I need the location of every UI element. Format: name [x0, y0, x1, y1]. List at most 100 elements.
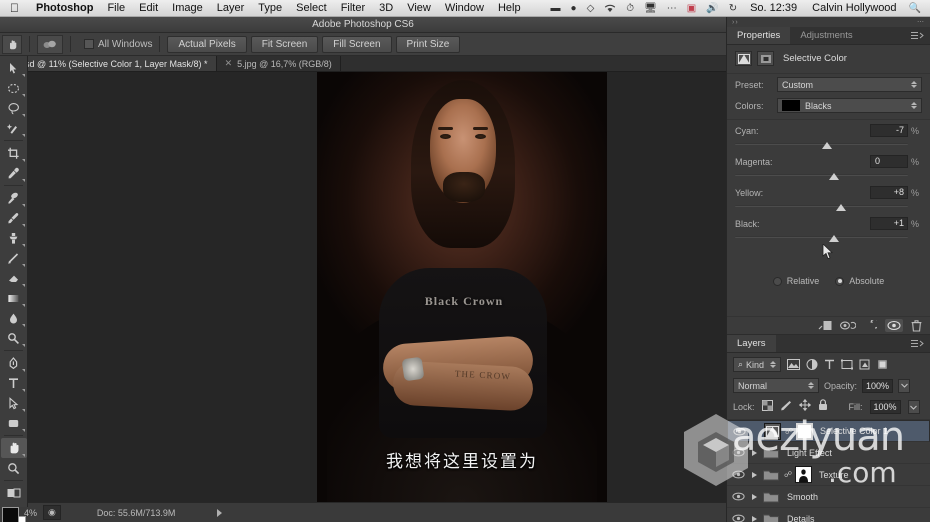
brush-tool[interactable] [1, 208, 27, 228]
radio-absolute-dot[interactable] [835, 276, 845, 286]
panel-menu-icon[interactable] [911, 335, 930, 352]
marquee-tool[interactable] [1, 78, 27, 98]
tab-properties[interactable]: Properties [727, 27, 791, 44]
slider-black-knob[interactable] [829, 235, 840, 242]
layer-row-light-effect[interactable]: Light Effect [727, 442, 930, 464]
close-icon[interactable]: ✕ [225, 58, 233, 69]
slider-cyan-knob[interactable] [821, 142, 832, 149]
menu-window[interactable]: Window [438, 2, 491, 14]
hand-tool-icon[interactable] [2, 34, 22, 54]
fill-stepper[interactable] [907, 400, 920, 414]
color-swatches[interactable] [1, 507, 27, 522]
lock-image-icon[interactable] [780, 398, 792, 416]
menubar-clock[interactable]: So. 12:39 [742, 2, 805, 14]
slider-cyan-track[interactable] [735, 141, 922, 151]
shape-tool[interactable] [1, 413, 27, 433]
edit-quick-mask-toggle[interactable] [1, 483, 27, 503]
preset-select[interactable]: Custom [777, 77, 922, 92]
slider-magenta-track[interactable] [735, 172, 922, 182]
zoom-tool[interactable] [1, 458, 27, 478]
menu-view[interactable]: View [400, 2, 438, 14]
menu-edit[interactable]: Edit [132, 2, 165, 14]
panel-menu-icon[interactable] [911, 27, 930, 44]
lock-transparency-icon[interactable] [761, 398, 773, 416]
opacity-stepper[interactable] [898, 378, 911, 393]
volume-icon[interactable]: 🔊 [701, 3, 723, 14]
apple-icon[interactable]:  [10, 2, 19, 14]
quick-select-tool[interactable] [1, 118, 27, 138]
fill-screen-button[interactable]: Fill Screen [322, 35, 392, 53]
filter-adjustment-icon[interactable] [806, 359, 818, 370]
eyedropper-tool[interactable] [1, 163, 27, 183]
menu-layer[interactable]: Layer [210, 2, 252, 14]
blur-tool[interactable] [1, 308, 27, 328]
path-selection-tool[interactable] [1, 393, 27, 413]
eraser-tool[interactable] [1, 268, 27, 288]
layer-visibility-icon[interactable] [732, 427, 746, 436]
menu-type[interactable]: Type [251, 2, 289, 14]
document-tab-active[interactable]: ve.psd @ 11% (Selective Color 1, Layer M… [0, 56, 217, 71]
print-size-button[interactable]: Print Size [395, 35, 461, 53]
tool-preset-picker[interactable] [37, 34, 63, 54]
slider-yellow-value[interactable]: +8 [870, 186, 908, 199]
menu-image[interactable]: Image [165, 2, 210, 14]
layer-visibility-icon[interactable] [731, 448, 745, 457]
menubar-user[interactable]: Calvin Hollywood [805, 2, 903, 14]
menu-help[interactable]: Help [491, 2, 528, 14]
layer-row-texture[interactable]: ☍ Texture [727, 464, 930, 486]
menu-3d[interactable]: 3D [372, 2, 400, 14]
menu-file[interactable]: File [100, 2, 132, 14]
layer-visibility-icon[interactable] [731, 470, 745, 479]
layer-visibility-icon[interactable] [731, 514, 745, 522]
foreground-color-swatch[interactable] [1, 507, 19, 522]
clone-stamp-tool[interactable] [1, 228, 27, 248]
display-icon[interactable]: 🖥 [639, 3, 662, 14]
slider-yellow-knob[interactable] [835, 204, 846, 211]
clip-to-layer-icon[interactable] [757, 51, 774, 66]
reset-adjustment-icon[interactable] [864, 320, 877, 331]
layer-link-icon[interactable]: ☍ [784, 470, 792, 479]
input-source-icon[interactable]: ▬ [546, 3, 566, 14]
clock-icon[interactable]: ⏱ [621, 3, 639, 14]
colors-select[interactable]: Blacks [777, 98, 922, 113]
status-mode-icon[interactable]: ◉ [43, 505, 61, 520]
layer-disclosure-triangle[interactable] [749, 449, 759, 456]
layer-disclosure-triangle[interactable] [749, 515, 759, 522]
fit-screen-button[interactable]: Fit Screen [250, 35, 319, 53]
filter-pixel-icon[interactable] [787, 359, 801, 370]
history-brush-tool[interactable] [1, 248, 27, 268]
actual-pixels-button[interactable]: Actual Pixels [167, 35, 247, 53]
healing-brush-tool[interactable] [1, 188, 27, 208]
status-menu-arrow-icon[interactable] [217, 508, 223, 517]
lasso-tool[interactable] [1, 98, 27, 118]
document-tab-secondary[interactable]: ✕ 5.jpg @ 16,7% (RGB/8) [217, 56, 341, 71]
selective-color-icon[interactable] [735, 51, 752, 66]
collapse-panels-icon[interactable]: ›› [732, 19, 739, 26]
lock-position-icon[interactable] [798, 398, 811, 416]
layer-disclosure-triangle[interactable] [749, 471, 759, 478]
fill-value[interactable]: 100% [869, 400, 901, 414]
slider-magenta-knob[interactable] [828, 173, 839, 180]
layer-row-details[interactable]: Details [727, 508, 930, 522]
layer-visibility-icon[interactable] [731, 492, 745, 501]
dropbox-icon[interactable]: ◇ [582, 3, 600, 14]
scroll-all-windows-checkbox[interactable]: All Windows [84, 39, 152, 50]
sync-icon[interactable]: ↻ [724, 3, 742, 14]
layer-thumbnail-mask[interactable] [796, 422, 813, 440]
menu-app-photoshop[interactable]: Photoshop [29, 2, 100, 14]
radio-relative[interactable]: Relative [772, 276, 819, 286]
colorsync-icon[interactable]: ▣ [682, 3, 701, 14]
wifi-icon[interactable] [599, 3, 621, 13]
pen-tool[interactable] [1, 353, 27, 373]
crop-tool[interactable] [1, 143, 27, 163]
slider-cyan-value[interactable]: -7 [870, 124, 908, 137]
filter-shape-icon[interactable] [841, 359, 854, 370]
layer-row-selective-color[interactable]: ☍ Selective Color 1 [727, 420, 930, 442]
slider-black-track[interactable] [735, 234, 922, 244]
clip-to-layer-icon[interactable] [818, 320, 832, 331]
menu-select[interactable]: Select [289, 2, 334, 14]
checkbox-box[interactable] [84, 39, 94, 49]
slider-yellow-track[interactable] [735, 203, 922, 213]
timemachine-icon[interactable]: ● [566, 3, 582, 14]
canvas-area[interactable]: Black Crown THE CROW 我想将这里设置为 [28, 72, 726, 507]
